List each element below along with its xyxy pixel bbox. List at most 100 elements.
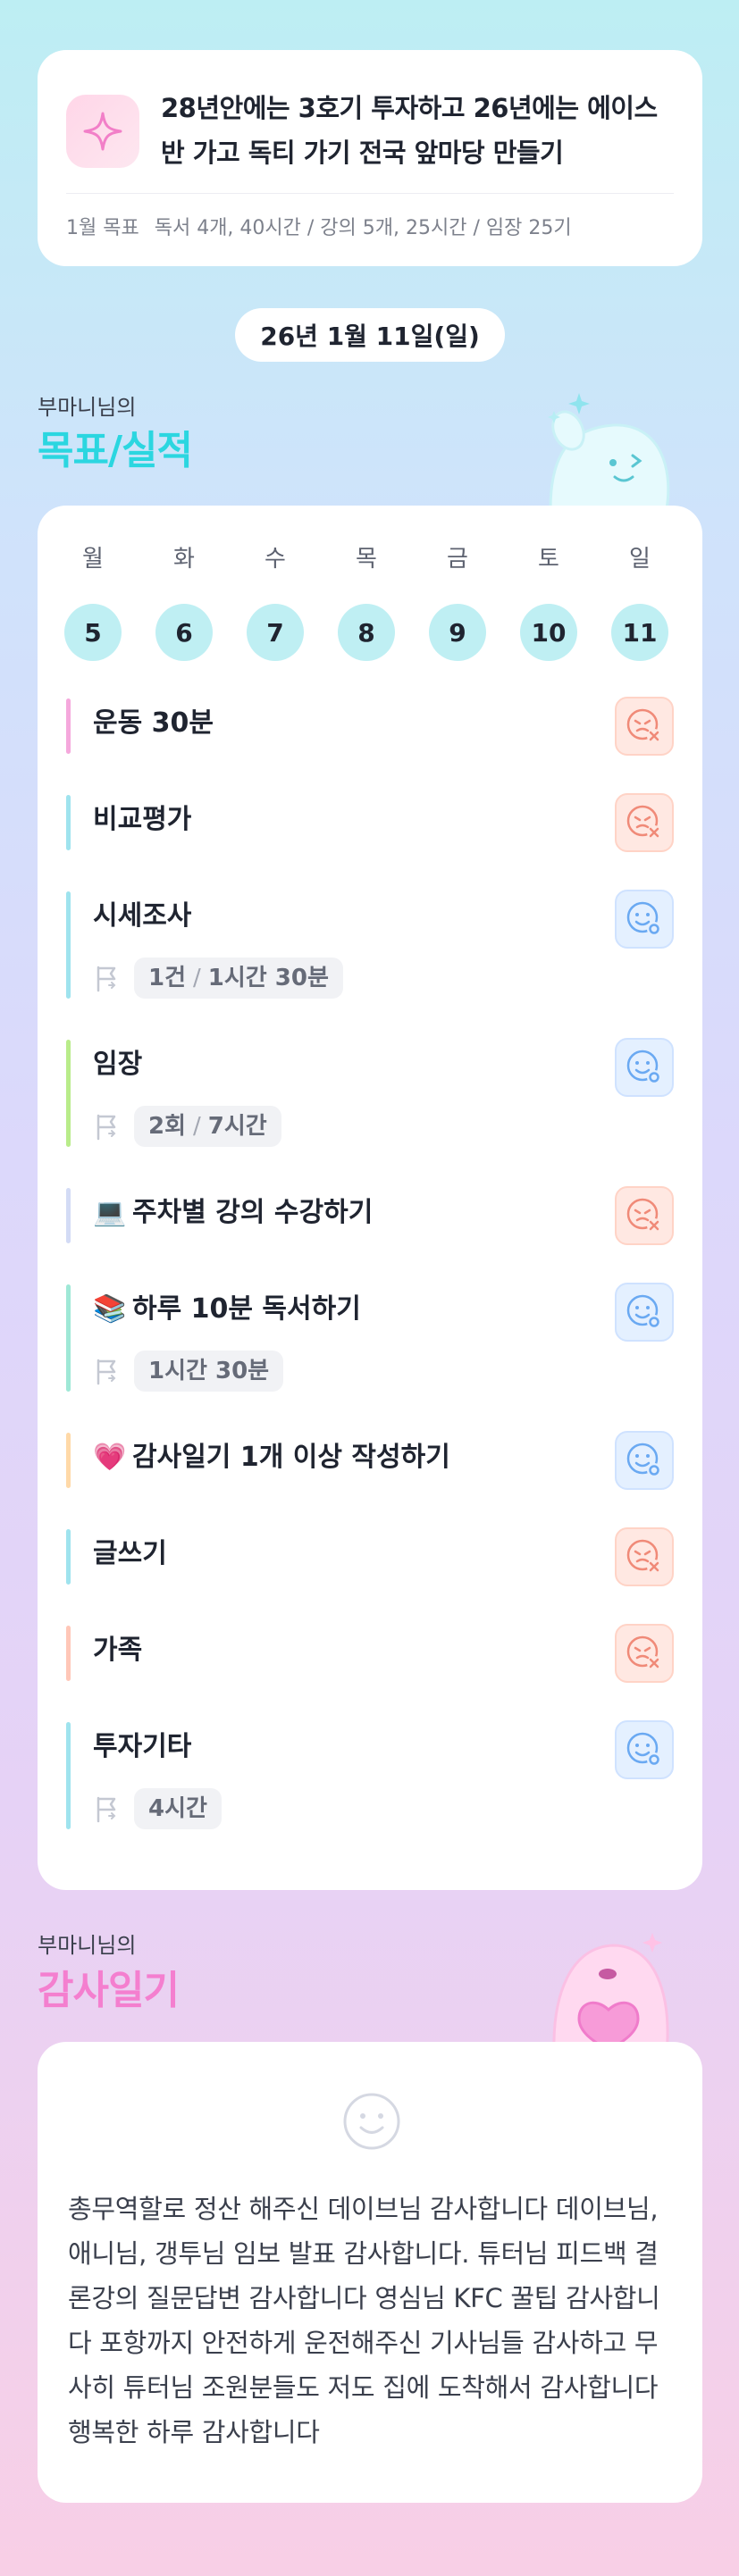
day-number[interactable]: 5 — [64, 604, 122, 661]
sparkle-icon — [66, 95, 139, 168]
task-record: 4시간 — [93, 1788, 222, 1829]
task-name: 글쓰기 — [93, 1527, 167, 1581]
task-item[interactable]: 임장 2회/7시간 — [66, 1038, 674, 1149]
record-pill: 4시간 — [134, 1788, 222, 1829]
day-label: 금 — [447, 546, 468, 573]
task-name: 💗 감사일기 1개 이상 작성하기 — [93, 1431, 450, 1485]
task-item[interactable]: 💗 감사일기 1개 이상 작성하기 — [66, 1431, 674, 1490]
flag-icon — [93, 964, 122, 992]
status-done-icon[interactable] — [615, 1720, 674, 1779]
status-done-icon[interactable] — [615, 1431, 674, 1490]
task-name: 📚 하루 10분 독서하기 — [93, 1283, 361, 1336]
task-record: 1건/1시간 30분 — [93, 958, 343, 999]
diary-card: 총무역할로 정산 해주신 데이브님 감사합니다 데이브님, 애니님, 갱투님 임… — [38, 2042, 702, 2503]
day-label: 월 — [82, 546, 104, 573]
task-item[interactable]: 운동 30분 — [66, 697, 674, 756]
day-label: 목 — [356, 546, 377, 573]
task-item[interactable]: 투자기타 4시간 — [66, 1720, 674, 1831]
task-color-bar — [66, 1529, 71, 1585]
day-number[interactable]: 11 — [611, 604, 668, 661]
day-label: 일 — [629, 546, 651, 573]
day-column[interactable]: 목8 — [338, 541, 395, 661]
day-column[interactable]: 월5 — [64, 541, 122, 661]
status-not-done-icon[interactable] — [615, 1624, 674, 1683]
day-label: 토 — [538, 546, 559, 573]
day-number[interactable]: 6 — [155, 604, 213, 661]
goals-section-title: 목표/실적 — [38, 428, 193, 473]
day-label: 화 — [173, 546, 195, 573]
task-emoji-icon: 💻 — [93, 1197, 127, 1228]
task-color-bar — [66, 891, 71, 999]
month-goal-detail: 독서 4개, 40시간 / 강의 5개, 25시간 / 임장 25기 — [154, 217, 572, 239]
record-pill: 2회/7시간 — [134, 1106, 281, 1147]
task-label: 시세조사 — [93, 900, 192, 932]
status-done-icon[interactable] — [615, 890, 674, 949]
task-item[interactable]: 글쓰기 — [66, 1527, 674, 1586]
status-not-done-icon[interactable] — [615, 1527, 674, 1586]
task-name: 비교평가 — [93, 793, 191, 847]
task-item[interactable]: 📚 하루 10분 독서하기 1시간 30분 — [66, 1283, 674, 1393]
task-label: 글쓰기 — [93, 1538, 167, 1569]
checklist-card: 월 5 화 6 수 7 목 8 금 9 토 10 일 11 운동 30분 비교평가 시세조사 1건/1시간 30… — [38, 506, 702, 1890]
status-not-done-icon[interactable] — [615, 697, 674, 756]
day-column[interactable]: 금9 — [429, 541, 486, 661]
goals-owner-label: 부마니님의 — [38, 395, 137, 420]
month-goal: 1월 목표 독서 4개, 40시간 / 강의 5개, 25시간 / 임장 25기 — [66, 207, 684, 250]
week-strip: 월 5 화 6 수 7 목 8 금 9 토 10 일 11 — [64, 541, 676, 666]
task-color-bar — [66, 1040, 71, 1147]
day-number[interactable]: 8 — [338, 604, 395, 661]
task-item[interactable]: 비교평가 — [66, 793, 674, 852]
day-column[interactable]: 수7 — [247, 541, 304, 661]
task-color-bar — [66, 795, 71, 850]
record-pill: 1건/1시간 30분 — [134, 958, 343, 999]
record-value: 2회 — [148, 1113, 187, 1140]
task-name: 운동 30분 — [93, 697, 214, 750]
task-record: 2회/7시간 — [93, 1106, 281, 1147]
task-item[interactable]: 가족 — [66, 1624, 674, 1683]
status-not-done-icon[interactable] — [615, 1186, 674, 1245]
task-name: 💻 주차별 강의 수강하기 — [93, 1186, 373, 1240]
task-emoji-icon: 📚 — [93, 1293, 127, 1325]
diary-owner-label: 부마니님의 — [38, 1933, 137, 1958]
record-value: 4시간 — [148, 1795, 207, 1822]
record-value: 7시간 — [207, 1113, 267, 1140]
status-done-icon[interactable] — [615, 1283, 674, 1342]
task-color-bar — [66, 1284, 71, 1392]
record-separator: / — [193, 1113, 201, 1140]
goal-title: 28년안에는 3호기 투자하고 26년에는 에이스반 가고 독티 가기 전국 앞… — [161, 93, 658, 168]
task-label: 투자기타 — [93, 1731, 192, 1762]
task-item[interactable]: 💻 주차별 강의 수강하기 — [66, 1186, 674, 1245]
record-value: 1시간 30분 — [207, 965, 329, 991]
task-color-bar — [66, 698, 71, 754]
day-label: 수 — [265, 546, 286, 573]
mascot-icon — [548, 393, 670, 509]
flag-icon — [93, 1794, 122, 1823]
task-emoji-icon: 💗 — [93, 1442, 127, 1473]
record-value: 1시간 30분 — [148, 1358, 270, 1384]
task-color-bar — [66, 1433, 71, 1488]
record-value: 1건 — [148, 965, 187, 991]
smile-face-icon — [343, 2093, 400, 2150]
month-goal-label: 1월 목표 — [66, 217, 139, 239]
task-label: 비교평가 — [93, 804, 192, 835]
flag-icon — [93, 1112, 122, 1141]
mascot-heart-icon — [552, 1933, 669, 2054]
flag-icon — [93, 1357, 122, 1385]
task-item[interactable]: 시세조사 1건/1시간 30분 — [66, 890, 674, 1000]
divider — [66, 193, 674, 194]
status-not-done-icon[interactable] — [615, 793, 674, 852]
day-column[interactable]: 토 10 — [520, 541, 577, 661]
day-column[interactable]: 화6 — [155, 541, 213, 661]
task-color-bar — [66, 1722, 71, 1829]
status-done-icon[interactable] — [615, 1038, 674, 1097]
task-label: 주차별 강의 수강하기 — [132, 1197, 374, 1228]
date-pill[interactable]: 26년 1월 11일(일) — [235, 308, 505, 362]
record-pill: 1시간 30분 — [134, 1351, 284, 1392]
task-label: 임장 — [93, 1049, 143, 1080]
day-column[interactable]: 일 11 — [611, 541, 668, 661]
task-color-bar — [66, 1188, 71, 1243]
day-number[interactable]: 7 — [247, 604, 304, 661]
day-number[interactable]: 9 — [429, 604, 486, 661]
diary-section-title: 감사일기 — [38, 1968, 180, 2013]
day-number[interactable]: 10 — [520, 604, 577, 661]
